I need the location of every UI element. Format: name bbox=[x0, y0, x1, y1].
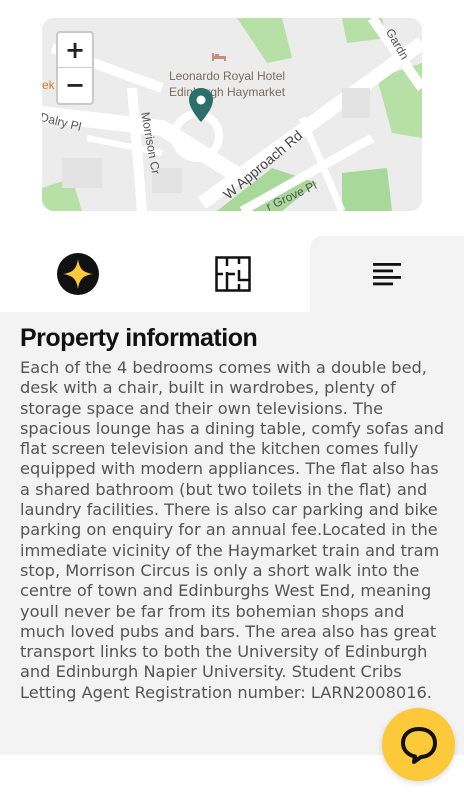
hotel-label: Leonardo Royal Hotel Edinburgh Haymarket bbox=[152, 68, 302, 100]
property-info-heading: Property information bbox=[20, 324, 258, 352]
hotel-bed-icon bbox=[212, 53, 226, 61]
tab-description[interactable] bbox=[310, 236, 464, 312]
text-lines-icon bbox=[373, 263, 401, 286]
property-info-panel: Property information Each of the 4 bedro… bbox=[0, 312, 464, 755]
zoom-out-button[interactable]: − bbox=[58, 68, 92, 103]
tab-highlights[interactable] bbox=[0, 236, 155, 312]
street-label-left: ek bbox=[42, 78, 55, 92]
floorplan-icon bbox=[214, 256, 251, 292]
hotel-label-line1: Leonardo Royal Hotel bbox=[168, 69, 286, 83]
chat-button[interactable] bbox=[382, 708, 455, 781]
sparkle-icon bbox=[56, 253, 99, 295]
property-description: Each of the 4 bedrooms comes with a doub… bbox=[20, 358, 445, 702]
location-map[interactable]: Leonardo Royal Hotel Edinburgh Haymarket… bbox=[42, 18, 422, 211]
chat-bubble-icon bbox=[400, 726, 437, 764]
hotel-label-line2: Edinburgh Haymarket bbox=[168, 85, 286, 99]
zoom-in-button[interactable]: + bbox=[58, 33, 92, 68]
location-pin-icon[interactable] bbox=[189, 88, 213, 122]
property-tabs bbox=[0, 236, 464, 312]
tab-floorplan[interactable] bbox=[155, 236, 310, 312]
map-zoom-control: + − bbox=[56, 31, 94, 105]
